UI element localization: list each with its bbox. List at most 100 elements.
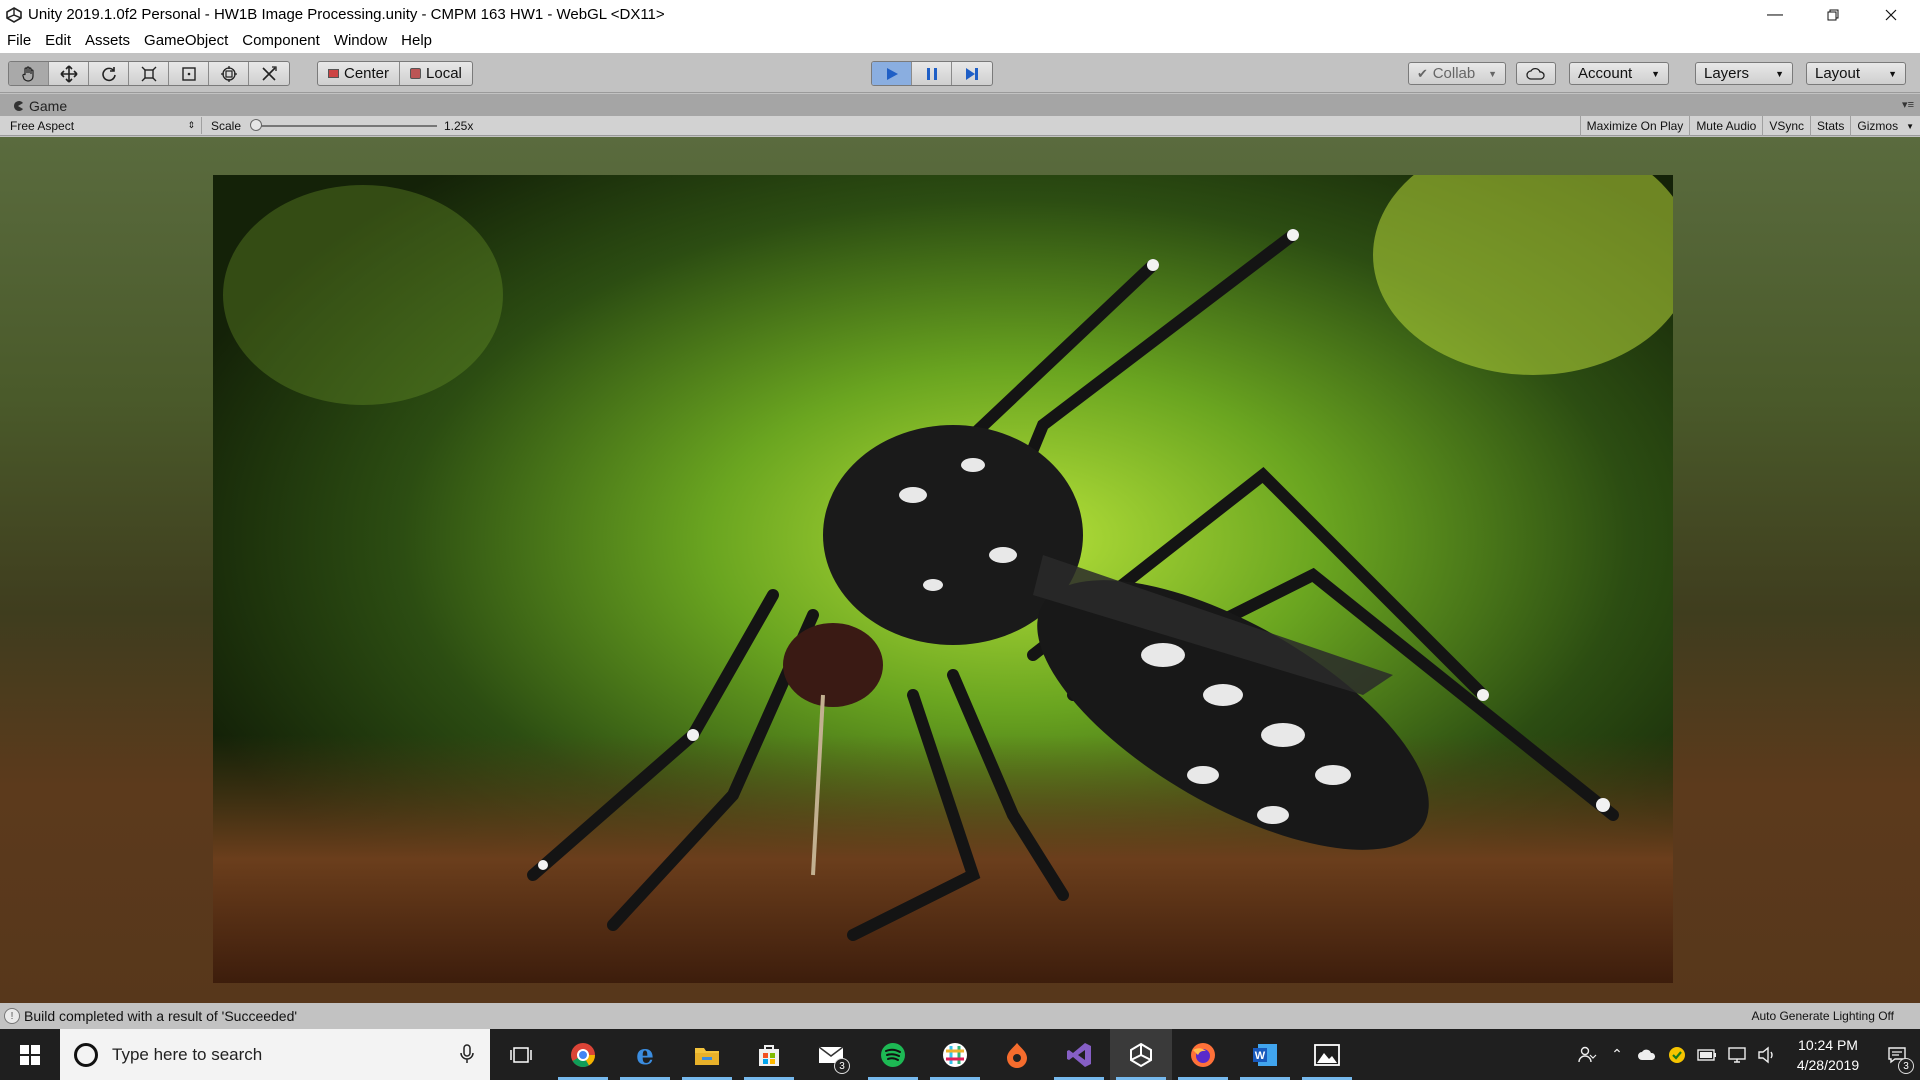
- restore-icon[interactable]: [1804, 0, 1862, 29]
- file-explorer-icon[interactable]: [676, 1029, 738, 1080]
- game-view-controls: Free Aspect ⇕ Scale 1.25x Maximize On Pl…: [0, 116, 1920, 136]
- scale-slider-handle[interactable]: [250, 119, 262, 131]
- local-cube-icon: [410, 68, 422, 79]
- play-icon: [886, 67, 898, 80]
- transform-tools: [8, 61, 290, 86]
- volume-icon[interactable]: [1752, 1029, 1782, 1080]
- pivot-center-button[interactable]: Center: [318, 62, 401, 85]
- collab-check-icon: ✔: [1417, 65, 1428, 81]
- chrome-icon[interactable]: [552, 1029, 614, 1080]
- updown-icon: ⇕: [187, 120, 195, 130]
- pivot-center-icon: [328, 69, 339, 78]
- play-controls: [871, 61, 993, 86]
- status-bar: ! Build completed with a result of 'Succ…: [0, 1003, 1920, 1029]
- status-message[interactable]: Build completed with a result of 'Succee…: [24, 1008, 297, 1024]
- layers-dropdown[interactable]: Layers ▼: [1695, 62, 1793, 85]
- gizmos-dropdown[interactable]: Gizmos ▼: [1850, 116, 1920, 136]
- pivot-local-button[interactable]: Local: [400, 62, 472, 85]
- cloud-button[interactable]: [1516, 62, 1556, 85]
- pause-button[interactable]: [912, 62, 952, 85]
- rect-tool-icon[interactable]: [169, 62, 209, 85]
- chevron-up-icon[interactable]: ⌃: [1602, 1029, 1632, 1080]
- menu-edit[interactable]: Edit: [38, 29, 78, 53]
- chevron-down-icon: ▼: [1906, 121, 1914, 131]
- tab-game[interactable]: Game: [6, 96, 73, 116]
- visual-studio-icon[interactable]: [1048, 1029, 1110, 1080]
- scale-slider-track[interactable]: [252, 125, 437, 127]
- account-dropdown[interactable]: Account ▼: [1569, 62, 1669, 85]
- step-button[interactable]: [952, 62, 992, 85]
- firefox-icon[interactable]: [1172, 1029, 1234, 1080]
- game-view[interactable]: [0, 137, 1920, 1003]
- mail-badge: 3: [834, 1058, 850, 1074]
- clock-date: 4/28/2019: [1796, 1056, 1860, 1073]
- menu-file[interactable]: File: [0, 29, 38, 53]
- lighting-status: Auto Generate Lighting Off: [1751, 1009, 1894, 1023]
- unity-icon[interactable]: [1110, 1029, 1172, 1080]
- menu-help[interactable]: Help: [394, 29, 439, 53]
- origin-icon[interactable]: [986, 1029, 1048, 1080]
- aspect-label: Free Aspect: [10, 118, 75, 133]
- network-icon[interactable]: [1722, 1029, 1752, 1080]
- main-toolbar: Center Local ✔ Collab ▼ Account ▼ Layers…: [0, 53, 1920, 93]
- maximize-on-play-toggle[interactable]: Maximize On Play: [1579, 116, 1690, 136]
- action-center-icon[interactable]: 3: [1874, 1029, 1920, 1080]
- chevron-down-icon: ▼: [1651, 68, 1660, 79]
- onedrive-icon[interactable]: [1632, 1029, 1662, 1080]
- svg-text:W: W: [1255, 1050, 1266, 1062]
- norton-icon[interactable]: [1662, 1029, 1692, 1080]
- cortana-icon: [74, 1042, 98, 1067]
- mail-icon[interactable]: 3: [800, 1029, 862, 1080]
- gizmos-label: Gizmos: [1857, 119, 1899, 133]
- microphone-icon[interactable]: [460, 1044, 474, 1069]
- transform-tool-icon[interactable]: [209, 62, 249, 85]
- photos-icon[interactable]: [1296, 1029, 1358, 1080]
- scale-value: 1.25x: [444, 119, 474, 133]
- taskbar-clock[interactable]: 10:24 PM 4/28/2019: [1782, 1035, 1874, 1075]
- menu-window[interactable]: Window: [327, 29, 394, 53]
- taskbar-search-input[interactable]: Type here to search: [60, 1029, 490, 1080]
- rotate-tool-icon[interactable]: [89, 62, 129, 85]
- play-button[interactable]: [872, 62, 912, 85]
- menu-assets[interactable]: Assets: [78, 29, 137, 53]
- people-icon[interactable]: [1572, 1029, 1602, 1080]
- mute-audio-toggle[interactable]: Mute Audio: [1689, 116, 1762, 136]
- stats-toggle[interactable]: Stats: [1810, 116, 1850, 136]
- info-icon: !: [4, 1008, 20, 1024]
- minimize-icon[interactable]: —: [1746, 0, 1804, 29]
- layout-dropdown[interactable]: Layout ▼: [1806, 62, 1906, 85]
- windows-start-icon[interactable]: [0, 1029, 60, 1080]
- collab-button[interactable]: ✔ Collab ▼: [1408, 62, 1506, 85]
- vsync-toggle[interactable]: VSync: [1762, 116, 1810, 136]
- step-icon: [966, 67, 978, 80]
- scale-label: Scale: [211, 119, 242, 133]
- account-label: Account: [1578, 65, 1633, 82]
- custom-tool-icon[interactable]: [249, 62, 289, 85]
- cloud-icon: [1526, 67, 1545, 80]
- spotify-icon[interactable]: [862, 1029, 924, 1080]
- mosquito-photo: [213, 175, 1673, 983]
- move-tool-icon[interactable]: [49, 62, 89, 85]
- pause-icon: [926, 67, 937, 80]
- aspect-dropdown[interactable]: Free Aspect ⇕: [4, 117, 202, 134]
- store-icon[interactable]: [738, 1029, 800, 1080]
- close-icon[interactable]: [1862, 0, 1920, 29]
- title-bar: Unity 2019.1.0f2 Personal - HW1B Image P…: [0, 0, 1920, 29]
- word-icon[interactable]: W: [1234, 1029, 1296, 1080]
- task-view-icon[interactable]: [490, 1029, 552, 1080]
- scale-tool-icon[interactable]: [129, 62, 169, 85]
- hand-tool-icon[interactable]: [9, 62, 49, 85]
- menu-gameobject[interactable]: GameObject: [137, 29, 235, 53]
- tab-game-label: Game: [29, 98, 68, 114]
- panel-menu-icon[interactable]: ▾≡: [1902, 98, 1914, 111]
- window-title: Unity 2019.1.0f2 Personal - HW1B Image P…: [28, 6, 665, 23]
- battery-icon[interactable]: [1692, 1029, 1722, 1080]
- game-tab-bar: Game ▾≡: [0, 94, 1920, 116]
- edge-icon[interactable]: e: [614, 1029, 676, 1080]
- menu-bar: File Edit Assets GameObject Component Wi…: [0, 29, 1920, 53]
- unity-logo-icon: [0, 0, 28, 29]
- menu-component[interactable]: Component: [235, 29, 327, 53]
- slack-icon[interactable]: [924, 1029, 986, 1080]
- pacman-icon: [14, 101, 23, 111]
- layers-label: Layers: [1704, 65, 1750, 82]
